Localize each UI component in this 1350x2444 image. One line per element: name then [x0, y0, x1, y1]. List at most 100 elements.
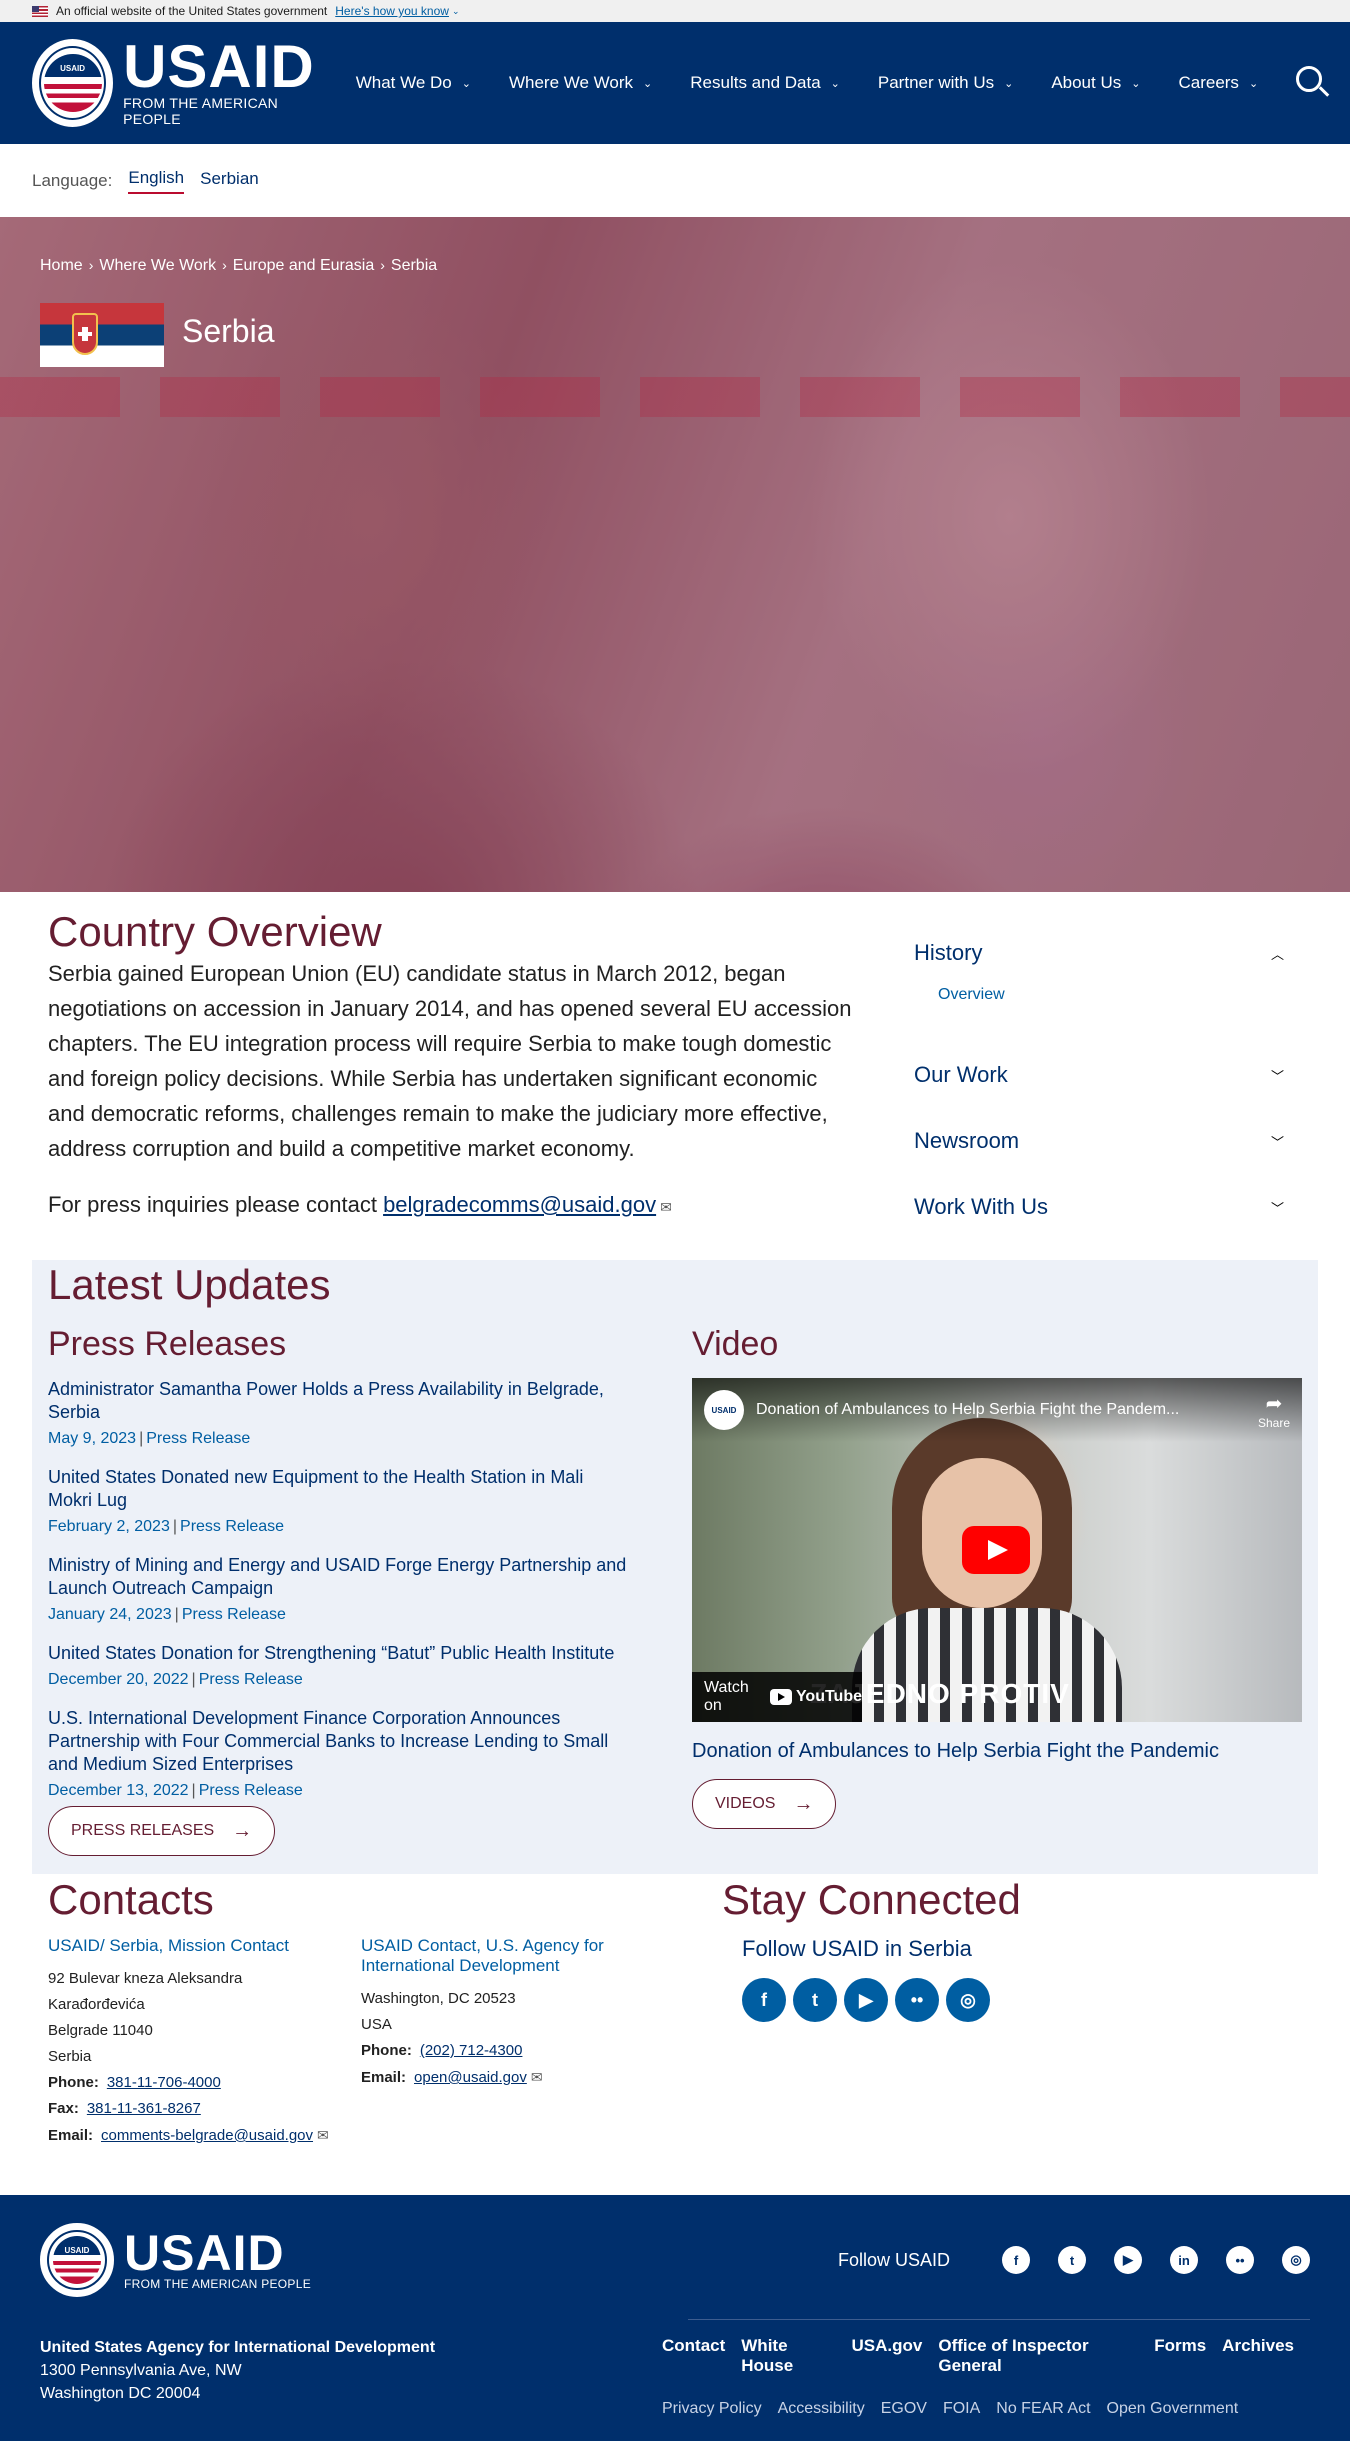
- channel-avatar[interactable]: USAID: [704, 1390, 744, 1430]
- release-title[interactable]: United States Donation for Strengthening…: [48, 1642, 630, 1665]
- videos-button[interactable]: VIDEOS →: [692, 1779, 837, 1829]
- release-date: February 2, 2023: [48, 1518, 170, 1535]
- footer-link-egov[interactable]: EGOV: [881, 2400, 927, 2418]
- side-nav-newsroom[interactable]: Newsroom ﹀: [914, 1108, 1292, 1174]
- release-title[interactable]: U.S. International Development Finance C…: [48, 1707, 630, 1776]
- share-icon: ➦: [1265, 1392, 1283, 1415]
- video-title[interactable]: Donation of Ambulances to Help Serbia Fi…: [756, 1401, 1179, 1419]
- footer-links: Contact White House USA.gov Office of In…: [662, 2336, 1310, 2418]
- linkedin-icon[interactable]: in: [1170, 2246, 1198, 2274]
- list-item: Administrator Samantha Power Holds a Pre…: [48, 1378, 630, 1448]
- phone-link[interactable]: (202) 712-4300: [420, 2042, 523, 2059]
- youtube-icon[interactable]: ▶: [844, 1978, 888, 2022]
- release-title[interactable]: United States Donated new Equipment to t…: [48, 1466, 630, 1512]
- release-type[interactable]: Press Release: [182, 1606, 286, 1623]
- side-nav-work-with-us[interactable]: Work With Us ﹀: [914, 1174, 1292, 1240]
- language-label: Language:: [32, 170, 113, 190]
- social-links: f t ▶ •• ◎: [742, 1978, 1021, 2022]
- footer-link-foia[interactable]: FOIA: [943, 2400, 980, 2418]
- side-nav-our-work[interactable]: Our Work ﹀: [914, 1042, 1292, 1108]
- instagram-icon[interactable]: ◎: [946, 1978, 990, 2022]
- chevron-down-icon: ⌄: [643, 77, 653, 90]
- press-email-link[interactable]: belgradecomms@usaid.gov: [383, 1192, 656, 1217]
- fax-link[interactable]: 381-11-361-8267: [87, 2100, 201, 2117]
- latest-updates-heading: Latest Updates: [48, 1261, 331, 1308]
- nav-what-we-do[interactable]: What We Do ⌄: [356, 73, 471, 93]
- site-footer: USAID USAID FROM THE AMERICAN PEOPLE Fol…: [0, 2195, 1350, 2441]
- video-caption[interactable]: Donation of Ambulances to Help Serbia Fi…: [692, 1740, 1302, 1763]
- contact-name[interactable]: USAID Contact, U.S. Agency for Internati…: [361, 1936, 674, 1976]
- email-link[interactable]: open@usaid.gov: [414, 2069, 527, 2086]
- flickr-icon[interactable]: ••: [1226, 2246, 1254, 2274]
- latest-updates: Latest Updates Press Releases Administra…: [32, 1260, 1318, 1874]
- chevron-down-icon[interactable]: ⌄: [452, 6, 460, 17]
- chevron-up-icon: ︿: [1270, 946, 1284, 962]
- release-date: January 24, 2023: [48, 1606, 172, 1623]
- heres-how-you-know-link[interactable]: Here's how you know: [335, 4, 449, 18]
- side-nav-overview[interactable]: Overview: [914, 986, 1292, 1042]
- press-releases-button[interactable]: PRESS RELEASES →: [48, 1806, 276, 1856]
- follow-serbia-label: Follow USAID in Serbia: [742, 1936, 972, 1961]
- mail-icon: ✉: [660, 1199, 672, 1215]
- language-option-serbian[interactable]: Serbian: [200, 169, 259, 193]
- release-title[interactable]: Ministry of Mining and Energy and USAID …: [48, 1554, 630, 1600]
- instagram-icon[interactable]: ◎: [1282, 2246, 1310, 2274]
- mail-icon: ✉: [530, 2069, 543, 2085]
- twitter-icon[interactable]: t: [1058, 2246, 1086, 2274]
- footer-link-white-house[interactable]: White House: [741, 2336, 835, 2376]
- breadcrumb-home[interactable]: Home: [40, 257, 83, 275]
- release-date: December 20, 2022: [48, 1671, 189, 1688]
- twitter-icon[interactable]: t: [793, 1978, 837, 2022]
- chevron-down-icon: ⌄: [461, 77, 471, 90]
- footer-link-archives[interactable]: Archives: [1222, 2336, 1294, 2376]
- breadcrumb-where-we-work[interactable]: Where We Work: [99, 257, 216, 275]
- nav-results-and-data[interactable]: Results and Data ⌄: [690, 73, 840, 93]
- footer-address: United States Agency for International D…: [40, 2339, 436, 2402]
- footer-link-oig[interactable]: Office of Inspector General: [938, 2336, 1138, 2376]
- youtube-icon[interactable]: ▶: [1114, 2246, 1142, 2274]
- chevron-down-icon: ⌄: [1131, 77, 1141, 90]
- release-type[interactable]: Press Release: [146, 1430, 250, 1447]
- nav-about-us[interactable]: About Us ⌄: [1051, 73, 1140, 93]
- release-type[interactable]: Press Release: [199, 1782, 303, 1799]
- footer-link-open-government[interactable]: Open Government: [1107, 2400, 1239, 2418]
- search-icon[interactable]: [1296, 66, 1330, 100]
- release-type[interactable]: Press Release: [180, 1518, 284, 1535]
- breadcrumb-europe-eurasia[interactable]: Europe and Eurasia: [233, 257, 374, 275]
- nav-where-we-work[interactable]: Where We Work ⌄: [509, 73, 652, 93]
- contacts-heading: Contacts: [48, 1876, 214, 1923]
- share-button[interactable]: ➦ Share: [1258, 1391, 1290, 1430]
- footer-link-contact[interactable]: Contact: [662, 2336, 725, 2376]
- facebook-icon[interactable]: f: [742, 1978, 786, 2022]
- press-releases-list: Press Releases Administrator Samantha Po…: [48, 1310, 660, 1856]
- logo-wordmark: USAID: [123, 33, 315, 100]
- flickr-icon[interactable]: ••: [895, 1978, 939, 2022]
- nav-careers[interactable]: Careers ⌄: [1178, 73, 1258, 93]
- phone-link[interactable]: 381-11-706-4000: [107, 2074, 221, 2091]
- language-option-english[interactable]: English: [128, 168, 185, 194]
- press-inquiries: For press inquiries please contact belgr…: [48, 1192, 672, 1217]
- nav-partner-with-us[interactable]: Partner with Us ⌄: [878, 73, 1013, 93]
- side-nav-history[interactable]: History ︿: [914, 920, 1292, 986]
- release-title[interactable]: Administrator Samantha Power Holds a Pre…: [48, 1378, 630, 1424]
- contacts: Contacts USAID/ Serbia, Mission Contact …: [48, 1874, 674, 2149]
- footer-usaid-logo[interactable]: USAID USAID FROM THE AMERICAN PEOPLE: [40, 2223, 311, 2297]
- release-type[interactable]: Press Release: [199, 1671, 303, 1688]
- country-overview: Country Overview Serbia gained European …: [48, 892, 858, 1240]
- footer-link-accessibility[interactable]: Accessibility: [778, 2400, 865, 2418]
- email-link[interactable]: comments-belgrade@usaid.gov: [101, 2127, 313, 2144]
- footer-link-usa-gov[interactable]: USA.gov: [852, 2336, 923, 2376]
- youtube-logo-icon: YouTube: [769, 1688, 862, 1706]
- watch-on-youtube[interactable]: Watch on YouTube: [692, 1672, 862, 1722]
- contact-name[interactable]: USAID/ Serbia, Mission Contact: [48, 1936, 361, 1956]
- play-button-icon[interactable]: [962, 1526, 1030, 1574]
- mail-icon: ✉: [317, 2127, 329, 2143]
- footer-link-no-fear[interactable]: No FEAR Act: [996, 2400, 1090, 2418]
- facebook-icon[interactable]: f: [1002, 2246, 1030, 2274]
- footer-link-privacy[interactable]: Privacy Policy: [662, 2400, 762, 2418]
- usaid-logo[interactable]: USAID USAID FROM THE AMERICAN PEOPLE: [32, 33, 322, 127]
- page-title: Serbia: [182, 312, 275, 349]
- footer-link-forms[interactable]: Forms: [1154, 2336, 1206, 2376]
- list-item: United States Donation for Strengthening…: [48, 1642, 630, 1689]
- youtube-embed[interactable]: USAID Donation of Ambulances to Help Ser…: [692, 1378, 1302, 1722]
